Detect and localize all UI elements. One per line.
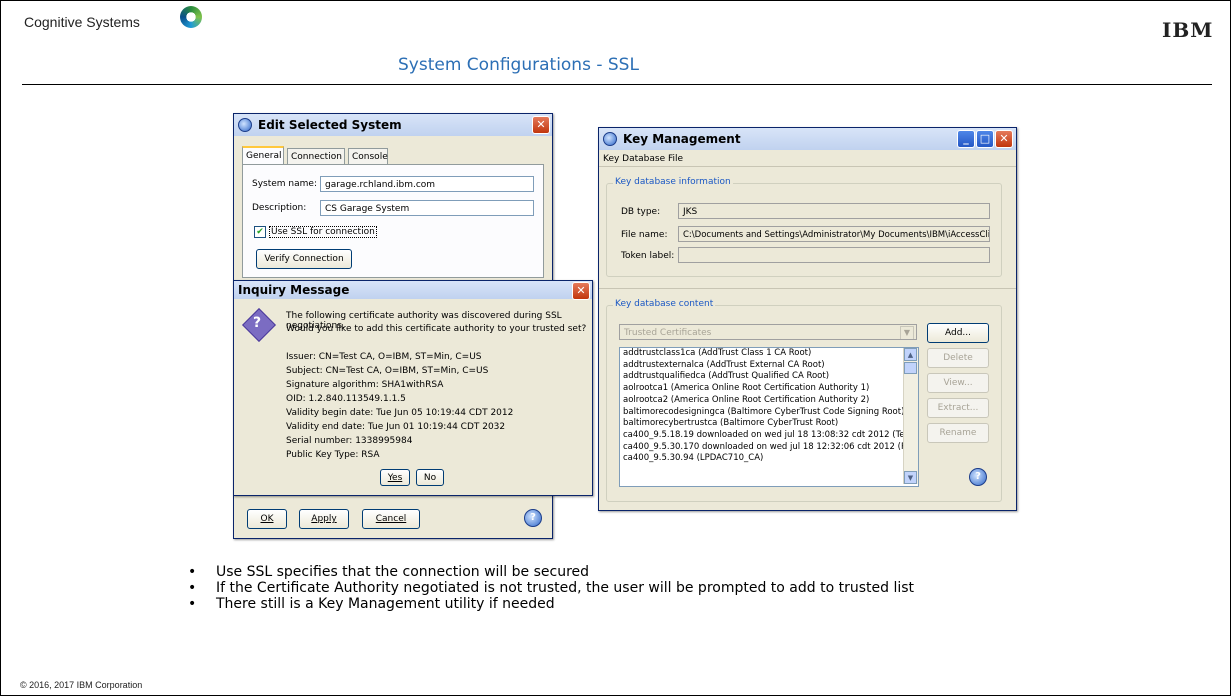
- ibm-logo: IBM: [1162, 18, 1214, 42]
- db-type-label: DB type:: [621, 207, 661, 217]
- bullet-item: If the Certificate Authority negotiated …: [188, 581, 1128, 597]
- ssl-checkbox[interactable]: ✔: [254, 226, 266, 238]
- question-mark: ?: [253, 315, 262, 331]
- verify-connection-button[interactable]: Verify Connection: [256, 249, 352, 269]
- ok-button-label: OK: [260, 514, 274, 524]
- cert-detail: Subject: CN=Test CA, O=IBM, ST=Min, C=US: [286, 366, 489, 376]
- close-icon[interactable]: ✕: [572, 282, 590, 300]
- ok-button[interactable]: OK: [247, 509, 287, 529]
- key-db-info-legend: Key database information: [613, 177, 733, 187]
- inquiry-dialog: Inquiry Message ✕ ? The following certif…: [233, 280, 593, 496]
- header-divider: [22, 84, 1212, 85]
- db-type-field: JKS: [678, 203, 990, 219]
- list-item[interactable]: addtrustexternalca (AddTrust External CA…: [620, 360, 918, 372]
- description-label: Description:: [252, 203, 307, 213]
- list-item[interactable]: aolrootca1 (America Online Root Certific…: [620, 383, 918, 395]
- key-dialog-titlebar[interactable]: Key Management _ □ ✕: [599, 128, 1016, 150]
- maximize-icon[interactable]: □: [976, 130, 994, 148]
- tab-console[interactable]: Console: [348, 148, 388, 164]
- scroll-up-icon[interactable]: ▲: [904, 348, 917, 361]
- cert-detail: Signature algorithm: SHA1withRSA: [286, 380, 444, 390]
- key-dialog-title: Key Management: [623, 132, 741, 146]
- cert-detail: Issuer: CN=Test CA, O=IBM, ST=Min, C=US: [286, 352, 482, 362]
- certificate-type-dropdown[interactable]: Trusted Certificates ▼: [619, 324, 917, 340]
- token-label: Token label:: [621, 251, 675, 261]
- certificate-list[interactable]: addtrustclass1ca (AddTrust Class 1 CA Ro…: [619, 347, 919, 487]
- yes-button[interactable]: Yes: [380, 469, 410, 486]
- inquiry-title: Inquiry Message: [238, 283, 350, 297]
- yes-button-label: Yes: [387, 472, 403, 483]
- ssl-checkbox-label[interactable]: Use SSL for connection: [269, 226, 377, 238]
- menu-key-database-file[interactable]: Key Database File: [603, 154, 683, 164]
- copyright: © 2016, 2017 IBM Corporation: [20, 680, 143, 690]
- app-icon: [238, 118, 252, 132]
- description-field[interactable]: CS Garage System: [320, 200, 534, 216]
- scroll-down-icon[interactable]: ▼: [904, 471, 917, 484]
- bullet-item: There still is a Key Management utility …: [188, 597, 1128, 613]
- dropdown-value: Trusted Certificates: [624, 328, 712, 338]
- list-item[interactable]: ca400_9.5.18.19 downloaded on wed jul 18…: [620, 430, 918, 442]
- cert-detail: Validity end date: Tue Jun 01 10:19:44 C…: [286, 422, 506, 432]
- key-db-content-legend: Key database content: [613, 299, 716, 309]
- cancel-button[interactable]: Cancel: [362, 509, 420, 529]
- minimize-icon[interactable]: _: [957, 130, 975, 148]
- extract-button: Extract...: [927, 398, 989, 418]
- rename-button: Rename: [927, 423, 989, 443]
- cert-detail: Public Key Type: RSA: [286, 450, 380, 460]
- token-field: [678, 247, 990, 263]
- cert-detail: OID: 1.2.840.113549.1.1.5: [286, 394, 406, 404]
- app-icon: [603, 132, 617, 146]
- view-button: View...: [927, 373, 989, 393]
- file-name-label: File name:: [621, 230, 668, 240]
- edit-dialog-title: Edit Selected System: [258, 118, 402, 132]
- key-management-dialog: Key Management _ □ ✕ Key Database File K…: [598, 127, 1017, 511]
- cert-detail: Validity begin date: Tue Jun 05 10:19:44…: [286, 408, 514, 418]
- bullet-list: Use SSL specifies that the connection wi…: [188, 565, 1128, 613]
- bullet-item: Use SSL specifies that the connection wi…: [188, 565, 1128, 581]
- section-divider: [599, 288, 1016, 289]
- apply-button[interactable]: Apply: [299, 509, 349, 529]
- menu-divider: [599, 166, 1016, 167]
- close-icon[interactable]: ✕: [532, 116, 550, 134]
- chevron-down-icon: ▼: [900, 326, 914, 339]
- apply-button-label: Apply: [311, 514, 337, 524]
- help-icon[interactable]: ?: [969, 468, 987, 486]
- cognitive-logo-icon: [180, 6, 202, 28]
- tab-general[interactable]: General: [242, 146, 284, 164]
- list-item[interactable]: ca400_9.5.30.170 downloaded on wed jul 1…: [620, 442, 918, 454]
- slide-title: System Configurations - SSL: [398, 55, 639, 75]
- no-button[interactable]: No: [416, 469, 444, 486]
- list-item[interactable]: baltimorecybertrustca (Baltimore CyberTr…: [620, 418, 918, 430]
- scroll-thumb[interactable]: [904, 362, 917, 374]
- delete-button: Delete: [927, 348, 989, 368]
- cert-detail: Serial number: 1338995984: [286, 436, 413, 446]
- brand-name: Cognitive Systems: [24, 14, 140, 30]
- list-item[interactable]: addtrustqualifiedca (AddTrust Qualified …: [620, 371, 918, 383]
- tab-connection[interactable]: Connection: [287, 148, 345, 164]
- system-name-field[interactable]: garage.rchland.ibm.com: [320, 176, 534, 192]
- inquiry-message-line2: Would you like to add this certificate a…: [286, 324, 587, 334]
- cancel-button-label: Cancel: [375, 514, 407, 524]
- system-name-label: System name:: [252, 179, 317, 189]
- help-icon[interactable]: ?: [524, 509, 542, 527]
- list-scrollbar[interactable]: ▲ ▼: [903, 348, 918, 484]
- edit-dialog-titlebar[interactable]: Edit Selected System ✕: [234, 114, 552, 136]
- add-button[interactable]: Add...: [927, 323, 989, 343]
- close-icon[interactable]: ✕: [995, 130, 1013, 148]
- file-name-field: C:\Documents and Settings\Administrator\…: [678, 226, 990, 242]
- list-item[interactable]: addtrustclass1ca (AddTrust Class 1 CA Ro…: [620, 348, 918, 360]
- list-item[interactable]: aolrootca2 (America Online Root Certific…: [620, 395, 918, 407]
- list-item[interactable]: ca400_9.5.30.94 (LPDAC710_CA): [620, 453, 918, 465]
- list-item[interactable]: baltimorecodesigningca (Baltimore CyberT…: [620, 407, 918, 419]
- inquiry-titlebar[interactable]: Inquiry Message ✕: [234, 281, 592, 300]
